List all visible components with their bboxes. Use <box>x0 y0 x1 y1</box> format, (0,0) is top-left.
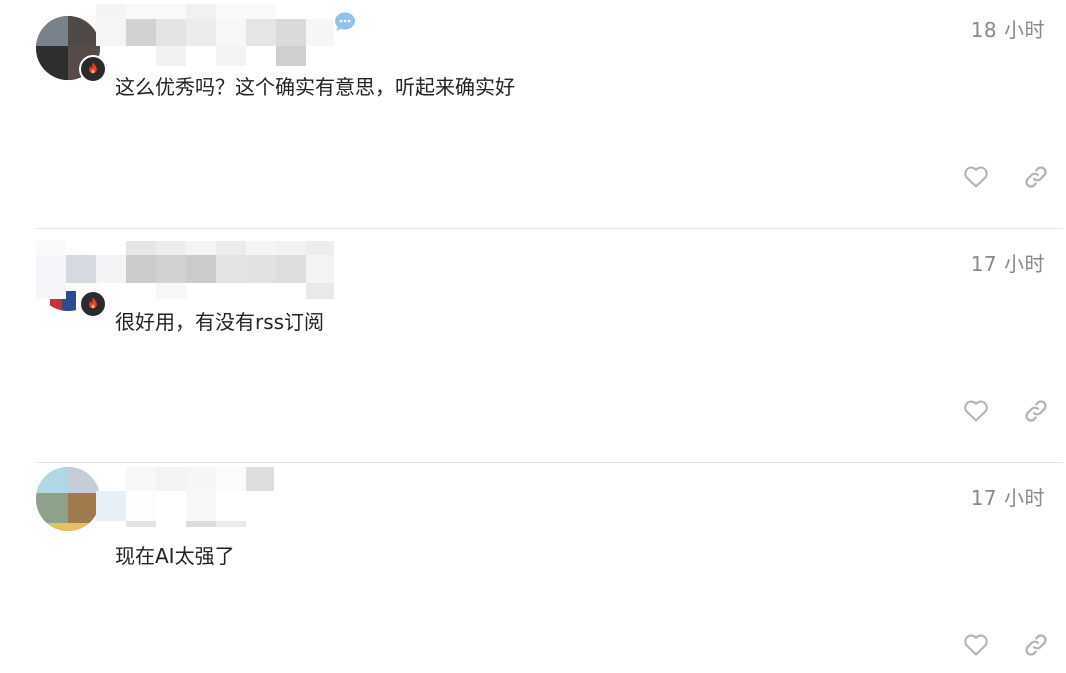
copy-link-button[interactable] <box>1021 630 1051 660</box>
post-timestamp[interactable]: 17 小时 <box>971 482 1045 511</box>
post: 17 小时 现在AI太强了 <box>0 463 1066 673</box>
like-button[interactable] <box>961 396 991 426</box>
copy-link-button[interactable] <box>1021 396 1051 426</box>
post-text: 很好用，有没有rss订阅 <box>115 310 325 334</box>
heart-outline-icon <box>964 634 988 656</box>
post: 18 小时 这么优秀吗？这个确实有意思，听起来确实好 <box>0 0 1066 229</box>
link-icon <box>1025 634 1047 656</box>
link-icon <box>1025 400 1047 422</box>
post-timestamp[interactable]: 17 小时 <box>971 248 1045 277</box>
post-text: 这么优秀吗？这个确实有意思，听起来确实好 <box>115 75 515 99</box>
chat-bubble-icon <box>334 11 356 33</box>
like-button[interactable] <box>961 630 991 660</box>
heart-outline-icon <box>964 166 988 188</box>
copy-link-button[interactable] <box>1021 162 1051 192</box>
username-redacted[interactable] <box>96 467 274 527</box>
avatar[interactable] <box>36 467 100 531</box>
comment-feed: 18 小时 这么优秀吗？这个确实有意思，听起来确实好 17 小时 很好用，有没有… <box>0 0 1066 673</box>
link-icon <box>1025 166 1047 188</box>
post-text: 现在AI太强了 <box>115 544 235 568</box>
post: 17 小时 很好用，有没有rss订阅 <box>0 229 1066 463</box>
like-button[interactable] <box>961 162 991 192</box>
heart-outline-icon <box>964 400 988 422</box>
username-redacted[interactable] <box>96 4 334 66</box>
post-timestamp[interactable]: 18 小时 <box>971 14 1045 43</box>
username-redacted[interactable] <box>36 241 334 299</box>
